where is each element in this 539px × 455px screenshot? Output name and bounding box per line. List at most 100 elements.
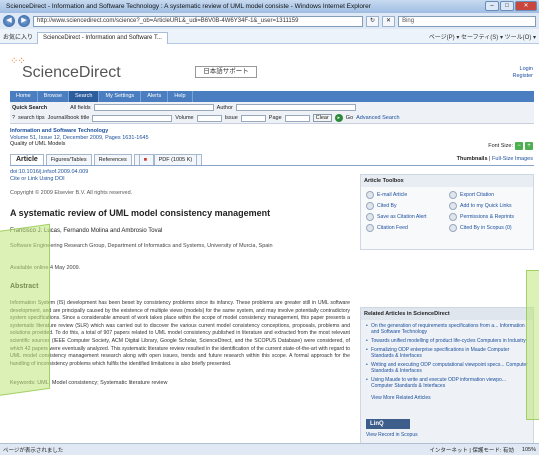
article-affiliation: Software Engineering Research Group, Dep…: [10, 243, 273, 249]
permissions-icon: [449, 213, 457, 221]
abstract-heading: Abstract: [10, 283, 350, 290]
cited-by-label: Cited By: [377, 203, 397, 209]
email-article-button[interactable]: E-mail Article: [366, 191, 445, 199]
more-related-link[interactable]: View More Related Articles: [361, 395, 533, 401]
nav-my-settings[interactable]: My Settings: [99, 91, 142, 102]
author-label: Author: [216, 104, 233, 111]
advanced-search-link[interactable]: Advanced Search: [356, 115, 399, 121]
related-articles: Related Articles in ScienceDirect On the…: [360, 307, 534, 443]
browser-tab[interactable]: ScienceDirect - Information and Software…: [37, 31, 168, 44]
bing-search-input[interactable]: Bing: [398, 15, 536, 27]
minimize-button[interactable]: –: [485, 1, 499, 11]
sidebar: Article Toolbox E-mail Article Export Ci…: [360, 174, 534, 443]
nav-browse[interactable]: Browse: [38, 91, 70, 102]
login-link[interactable]: Login: [513, 66, 533, 73]
main-nav: Home Browse Search My Settings Alerts He…: [10, 91, 534, 102]
pdf-label: PDF (1005 K): [153, 154, 198, 165]
alert-icon: [366, 213, 374, 221]
go-button[interactable]: Go: [346, 115, 353, 121]
quick-links-button[interactable]: Add to my Quick Links: [449, 202, 528, 210]
email-article-label: E-mail Article: [377, 192, 408, 198]
quick-links-label: Add to my Quick Links: [460, 203, 512, 209]
tab-figures-tables[interactable]: Figures/Tables: [45, 154, 92, 165]
document-tabs: Article Figures/Tables References ■ PDF …: [10, 154, 534, 166]
tab-article[interactable]: Article: [10, 154, 44, 165]
export-icon: [449, 191, 457, 199]
refresh-button[interactable]: ↻: [366, 15, 380, 27]
journal-title-input[interactable]: [92, 114, 173, 122]
permissions-label: Permissions & Reprints: [460, 214, 514, 220]
related-item[interactable]: Using Maude to write and execute ODP inf…: [366, 377, 528, 389]
cited-by-icon: [366, 202, 374, 210]
citation-alert-label: Save as Citation Alert: [377, 214, 427, 220]
window-title: ScienceDirect - Information and Software…: [6, 3, 371, 10]
author-input[interactable]: [235, 104, 356, 111]
sciencedirect-logo[interactable]: ScienceDirect: [22, 64, 121, 82]
font-increase-icon[interactable]: +: [525, 142, 533, 150]
nav-search[interactable]: Search: [69, 91, 100, 102]
abstract-text: Information System (IS) development has …: [10, 300, 350, 367]
related-item[interactable]: Formalizing ODP enterprise specification…: [366, 347, 528, 359]
citation-alert-button[interactable]: Save as Citation Alert: [366, 213, 445, 221]
article-title: A systematic review of UML model consist…: [10, 208, 271, 218]
nav-home[interactable]: Home: [10, 91, 38, 102]
clear-button[interactable]: Clear: [312, 114, 332, 122]
export-citation-button[interactable]: Export Citation: [449, 191, 528, 199]
journal-info: Information and Software Technology Volu…: [10, 128, 149, 148]
citation-feed-button[interactable]: Citation Feed: [366, 224, 445, 232]
volume-input[interactable]: [196, 114, 222, 122]
related-item[interactable]: Writing and executing ODP computational …: [366, 362, 528, 374]
permissions-button[interactable]: Permissions & Reprints: [449, 213, 528, 221]
security-zone: インターネット | 保護モード: 有効: [429, 447, 514, 454]
scopus-cited-button[interactable]: Cited By in Scopus (0): [449, 224, 528, 232]
go-icon: ▸: [334, 114, 343, 122]
url-field[interactable]: http://www.sciencedirect.com/science?_ob…: [33, 15, 363, 27]
related-heading: Related Articles in ScienceDirect: [361, 308, 533, 320]
scopus-cited-label: Cited By in Scopus (0): [460, 225, 512, 231]
command-bar[interactable]: ページ(P) ▾ セーフティ(S) ▾ ツール(O) ▾: [429, 32, 536, 41]
forward-button[interactable]: ▶: [18, 15, 30, 27]
zoom-level[interactable]: 105%: [522, 447, 536, 453]
availability-date: Available online 4 May 2009.: [10, 265, 81, 271]
cite-link[interactable]: Cite or Link Using DOI: [10, 176, 350, 183]
journal-title-label: Journal/book title: [47, 115, 90, 121]
font-size-control: Font Size: − +: [488, 142, 533, 150]
thumbnails-label[interactable]: Thumbnails: [457, 156, 488, 162]
all-fields-input[interactable]: [93, 104, 214, 111]
maximize-button[interactable]: □: [500, 1, 514, 11]
favorites-button[interactable]: お気に入り: [3, 32, 33, 41]
fullsize-images-link[interactable]: Full-Size Images: [492, 156, 533, 162]
scopus-icon: [449, 224, 457, 232]
page-label: Page: [268, 115, 282, 121]
register-link[interactable]: Register: [513, 73, 533, 80]
japanese-support-button[interactable]: 日本語サポート: [195, 66, 257, 78]
volume-label: Volume: [175, 115, 194, 121]
help-icon[interactable]: ?: [12, 115, 15, 121]
pdf-icon: ■: [138, 154, 154, 165]
tab-pdf[interactable]: ■ PDF (1005 K): [133, 154, 203, 165]
tab-references[interactable]: References: [93, 154, 132, 165]
search-tips-link[interactable]: search tips: [18, 115, 45, 121]
font-size-label: Font Size:: [488, 143, 513, 149]
status-text: ページが表示されました: [3, 447, 64, 454]
related-item[interactable]: Towards unified modelling of product lif…: [366, 338, 528, 344]
issue-input[interactable]: [240, 114, 266, 122]
article-authors[interactable]: Francisco J. Lucas, Fernando Molina and …: [10, 228, 350, 234]
all-fields-label: All fields: [70, 104, 91, 111]
window-controls: – □ ✕: [485, 1, 537, 11]
left-overlay-panel: [0, 223, 50, 398]
nav-alerts[interactable]: Alerts: [141, 91, 169, 102]
close-button[interactable]: ✕: [515, 1, 537, 11]
page-input[interactable]: [284, 114, 310, 122]
issue-label: Issue: [224, 115, 238, 121]
nav-help[interactable]: Help: [168, 91, 193, 102]
citation-feed-label: Citation Feed: [377, 225, 408, 231]
font-decrease-icon[interactable]: −: [515, 142, 523, 150]
stop-button[interactable]: ✕: [382, 15, 396, 27]
back-button[interactable]: ◀: [3, 15, 15, 27]
scopus-record-link[interactable]: View Record in Scopus: [361, 429, 533, 441]
cited-by-button[interactable]: Cited By: [366, 202, 445, 210]
page-content: ⁘⁘ ScienceDirect 日本語サポート Login Register …: [0, 44, 539, 443]
linq-logo[interactable]: LinQ: [366, 419, 410, 429]
related-item[interactable]: On the generation of requirements specif…: [366, 323, 528, 335]
